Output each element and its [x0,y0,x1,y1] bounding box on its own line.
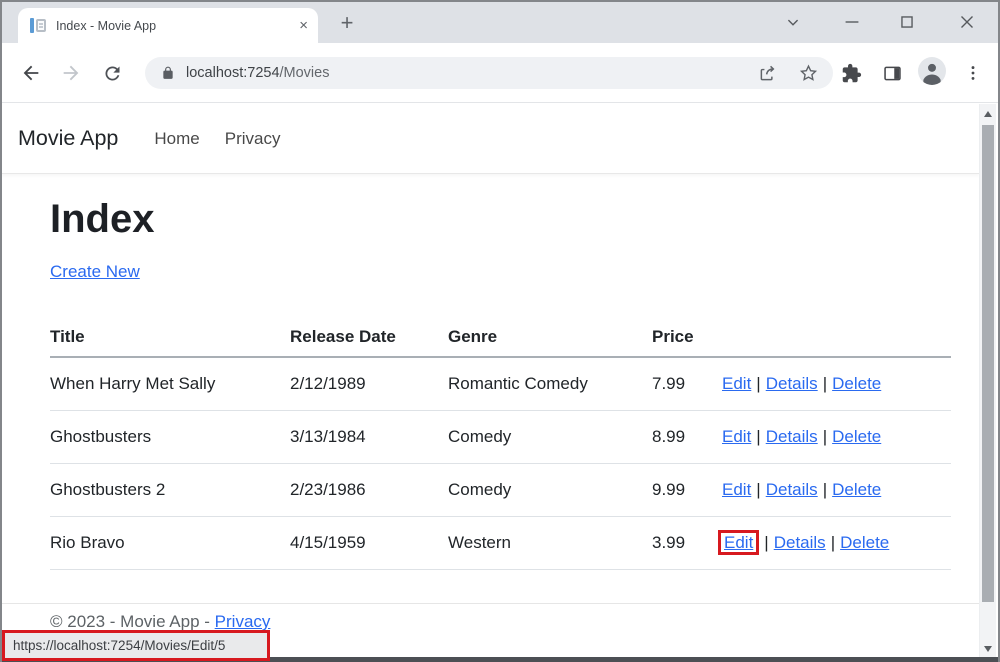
url-text[interactable]: localhost:7254/Movies [186,65,329,81]
edit-link-highlighted[interactable]: Edit [718,530,759,555]
tab-title: Index - Movie App [46,19,291,33]
new-tab-button[interactable]: + [334,10,360,36]
edit-link[interactable]: Edit [722,427,751,446]
url-host: localhost:7254 [186,65,280,81]
url-path: /Movies [280,65,330,81]
cell-price: 8.99 [652,427,722,447]
cell-title: When Harry Met Sally [50,374,290,394]
table-header-row: Title Release Date Genre Price [50,318,951,358]
action-separator: | [751,427,765,446]
cell-release-date: 2/12/1989 [290,374,448,394]
page-viewport: Movie App Home Privacy Index Create New … [2,104,979,659]
cell-price: 3.99 [652,533,722,553]
navbar-brand[interactable]: Movie App [18,126,118,151]
page-favicon-icon [30,18,46,34]
col-header-genre: Genre [448,327,652,347]
cell-release-date: 4/15/1959 [290,533,448,553]
cell-genre: Western [448,533,652,553]
table-row: Ghostbusters 3/13/1984 Comedy 8.99 Edit|… [50,411,951,464]
extensions-icon[interactable] [837,59,865,87]
cell-actions: Edit|Details|Delete [722,374,951,394]
action-separator: | [818,374,832,393]
action-separator: | [759,533,773,552]
cell-title: Rio Bravo [50,533,290,553]
action-separator: | [751,374,765,393]
menu-dots-icon[interactable] [959,59,987,87]
details-link[interactable]: Details [774,533,826,552]
browser-window: Index - Movie App × + [0,0,1000,662]
nav-link-home[interactable]: Home [154,129,199,149]
cell-genre: Romantic Comedy [448,374,652,394]
col-header-release-date: Release Date [290,327,448,347]
window-minimize-icon[interactable] [840,10,864,34]
table-row: Rio Bravo 4/15/1959 Western 3.99 Edit|De… [50,517,951,570]
share-icon[interactable] [757,63,778,84]
details-link[interactable]: Details [766,374,818,393]
action-separator: | [818,427,832,446]
delete-link[interactable]: Delete [840,533,889,552]
main-content: Index Create New Title Release Date Genr… [2,196,979,570]
window-maximize-icon[interactable] [895,10,919,34]
delete-link[interactable]: Delete [832,427,881,446]
page-title: Index [50,196,951,242]
site-navbar: Movie App Home Privacy [2,104,979,174]
cell-price: 9.99 [652,480,722,500]
details-link[interactable]: Details [766,427,818,446]
cell-actions: Edit|Details|Delete [722,427,951,447]
action-separator: | [751,480,765,499]
delete-link[interactable]: Delete [832,480,881,499]
address-bar[interactable]: localhost:7254/Movies [145,57,833,89]
cell-actions: Edit|Details|Delete [722,480,951,500]
create-new-link[interactable]: Create New [50,262,140,282]
tab-close-icon[interactable]: × [299,18,308,33]
cell-title: Ghostbusters [50,427,290,447]
scroll-up-icon[interactable] [984,111,992,117]
cell-release-date: 2/23/1986 [290,480,448,500]
back-icon[interactable] [17,59,45,87]
scroll-down-icon[interactable] [984,646,992,652]
profile-avatar-icon[interactable] [918,57,946,85]
footer-privacy-link[interactable]: Privacy [215,612,271,631]
cell-price: 7.99 [652,374,722,394]
details-link[interactable]: Details [766,480,818,499]
vertical-scrollbar[interactable] [979,104,996,659]
edit-link[interactable]: Edit [722,374,751,393]
status-bar-url: https://localhost:7254/Movies/Edit/5 [13,638,225,653]
scrollbar-thumb[interactable] [982,125,994,602]
delete-link[interactable]: Delete [832,374,881,393]
nav-link-privacy[interactable]: Privacy [225,129,281,149]
browser-toolbar: localhost:7254/Movies [2,43,998,103]
col-header-title: Title [50,327,290,347]
edit-link[interactable]: Edit [722,480,751,499]
action-separator: | [818,480,832,499]
cell-genre: Comedy [448,480,652,500]
status-bar-highlight: https://localhost:7254/Movies/Edit/5 [2,630,270,661]
window-close-icon[interactable] [955,10,979,34]
reload-icon[interactable] [98,59,126,87]
window-chevron-down-icon[interactable] [781,10,805,34]
forward-icon[interactable] [57,59,85,87]
movies-table: Title Release Date Genre Price When Harr… [50,318,951,570]
bookmark-star-icon[interactable] [798,63,819,84]
table-row: When Harry Met Sally 2/12/1989 Romantic … [50,358,951,411]
cell-genre: Comedy [448,427,652,447]
cell-release-date: 3/13/1984 [290,427,448,447]
tab-strip: Index - Movie App × + [2,2,998,43]
action-separator: | [826,533,840,552]
col-header-price: Price [652,327,722,347]
lock-icon[interactable] [161,66,175,80]
browser-tab[interactable]: Index - Movie App × [18,8,318,43]
side-panel-icon[interactable] [878,59,906,87]
table-row: Ghostbusters 2 2/23/1986 Comedy 9.99 Edi… [50,464,951,517]
cell-actions: Edit|Details|Delete [722,533,951,553]
footer-text: © 2023 - Movie App - [50,612,215,631]
cell-title: Ghostbusters 2 [50,480,290,500]
page-footer: © 2023 - Movie App - Privacy [2,603,979,632]
